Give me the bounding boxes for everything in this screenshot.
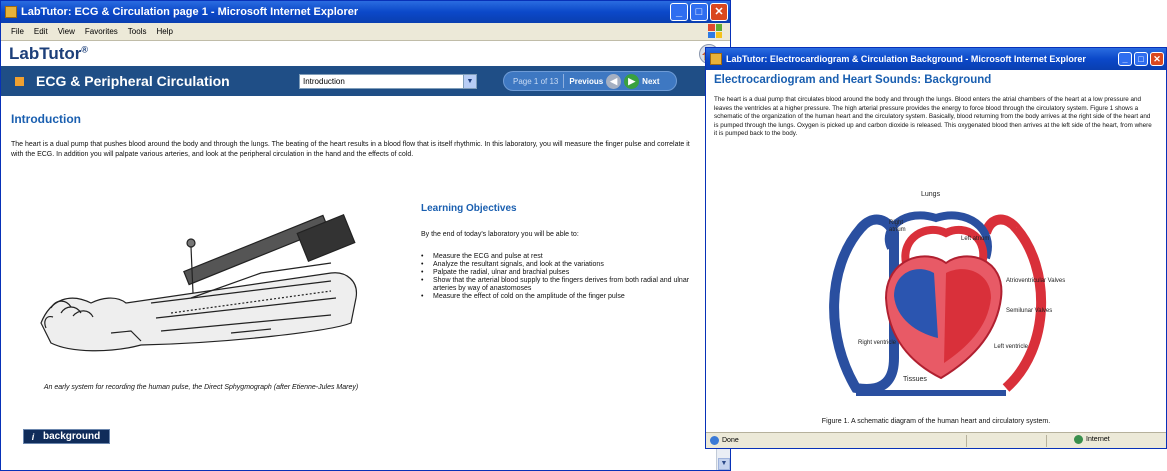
intro-paragraph: The heart is a dual pump that pushes blo…: [11, 141, 690, 158]
background-button[interactable]: i background: [23, 429, 110, 444]
close-button[interactable]: ✕: [710, 3, 728, 21]
section-title: Introduction: [11, 112, 81, 126]
menu-file[interactable]: File: [11, 27, 24, 36]
labtutor-header: LabTutor®: [1, 41, 730, 66]
background-paragraph: The heart is a dual pump that circulates…: [714, 96, 1152, 137]
label-semilunar-valves: Semilunar Valves: [1006, 308, 1053, 314]
background-label: background: [43, 431, 101, 442]
list-item: Measure the effect of cold on the amplit…: [421, 293, 706, 301]
status-done: Done: [710, 436, 739, 445]
list-item: Palpate the radial, ulnar and brachial p…: [421, 269, 706, 277]
list-item: Measure the ECG and pulse at rest: [421, 253, 706, 261]
next-arrow-icon[interactable]: ▶: [624, 73, 640, 89]
page-indicator: Page 1 of 13: [513, 76, 559, 86]
status-divider: [1046, 435, 1047, 447]
course-title: ECG & Peripheral Circulation: [36, 73, 230, 89]
status-bar: Done Internet: [706, 432, 1166, 448]
label-right-ventricle: Right ventricle: [858, 340, 897, 346]
page-select-dropdown[interactable]: Introduction ▼: [299, 74, 477, 89]
chevron-down-icon[interactable]: ▼: [463, 75, 476, 88]
objectives-intro: By the end of today's laboratory you wil…: [421, 231, 579, 238]
menu-favorites[interactable]: Favorites: [85, 27, 118, 36]
close-button[interactable]: ✕: [1150, 52, 1164, 66]
menu-view[interactable]: View: [58, 27, 75, 36]
minimize-button[interactable]: _: [1118, 52, 1132, 66]
scroll-down-icon[interactable]: ▼: [718, 458, 730, 470]
page-icon: [710, 436, 719, 445]
label-right-atrium: Right atrium: [889, 220, 906, 233]
label-left-atrium: Left atrium: [961, 236, 990, 242]
objectives-heading: Learning Objectives: [421, 203, 517, 214]
browser-window-background: LabTutor: Electrocardiogram & Circulatio…: [705, 47, 1167, 449]
ie-app-icon: [5, 6, 17, 18]
page-navigator: Page 1 of 13 Previous ◀ ▶ Next: [503, 71, 677, 91]
labtutor-nav-bar: ECG & Peripheral Circulation Introductio…: [1, 66, 730, 96]
background-heading: Electrocardiogram and Heart Sounds: Back…: [714, 74, 992, 86]
browser-window-ecg: LabTutor: ECG & Circulation page 1 - Mic…: [0, 0, 731, 471]
ie-app-icon: [710, 53, 722, 65]
label-tissues: Tissues: [903, 376, 927, 383]
objectives-list: Measure the ECG and pulse at rest Analyz…: [421, 253, 706, 301]
menu-bar: File Edit View Favorites Tools Help: [1, 23, 730, 41]
label-av-valves: Atrioventricular Valves: [1006, 278, 1066, 284]
menu-help[interactable]: Help: [156, 27, 172, 36]
window-titlebar[interactable]: LabTutor: Electrocardiogram & Circulatio…: [706, 48, 1166, 70]
image-caption: An early system for recording the human …: [43, 384, 359, 391]
list-item: Analyze the resultant signals, and look …: [421, 261, 706, 269]
maximize-button[interactable]: □: [690, 3, 708, 21]
zone-label: Internet: [1086, 436, 1110, 443]
menu-edit[interactable]: Edit: [34, 27, 48, 36]
status-divider: [966, 435, 967, 447]
minimize-button[interactable]: _: [670, 3, 688, 21]
list-item: Show that the arterial blood supply to t…: [421, 277, 706, 293]
window-titlebar[interactable]: LabTutor: ECG & Circulation page 1 - Mic…: [1, 1, 730, 23]
security-zone: Internet: [1074, 435, 1110, 444]
window-title: LabTutor: Electrocardiogram & Circulatio…: [726, 54, 1086, 64]
next-label[interactable]: Next: [642, 77, 659, 86]
pager-divider: [563, 74, 565, 88]
page-select-value: Introduction: [303, 77, 345, 86]
previous-arrow-icon[interactable]: ◀: [606, 73, 622, 89]
windows-logo-icon: [708, 24, 722, 38]
orange-square-icon: [15, 76, 24, 86]
status-text: Done: [722, 437, 739, 444]
labtutor-logo: LabTutor®: [9, 43, 89, 63]
previous-label[interactable]: Previous: [569, 77, 603, 86]
heart-diagram: [829, 211, 1046, 396]
sphygmograph-illustration: [40, 213, 358, 352]
window-title: LabTutor: ECG & Circulation page 1 - Mic…: [21, 6, 359, 18]
figure-caption: Figure 1. A schematic diagram of the hum…: [821, 418, 1051, 425]
page-content: Introduction The heart is a dual pump th…: [1, 112, 730, 160]
maximize-button[interactable]: □: [1134, 52, 1148, 66]
globe-icon: [1074, 435, 1083, 444]
label-lungs: Lungs: [921, 191, 941, 198]
info-icon: i: [31, 431, 35, 442]
label-left-ventricle: Left ventricle: [994, 344, 1029, 350]
menu-tools[interactable]: Tools: [128, 27, 147, 36]
